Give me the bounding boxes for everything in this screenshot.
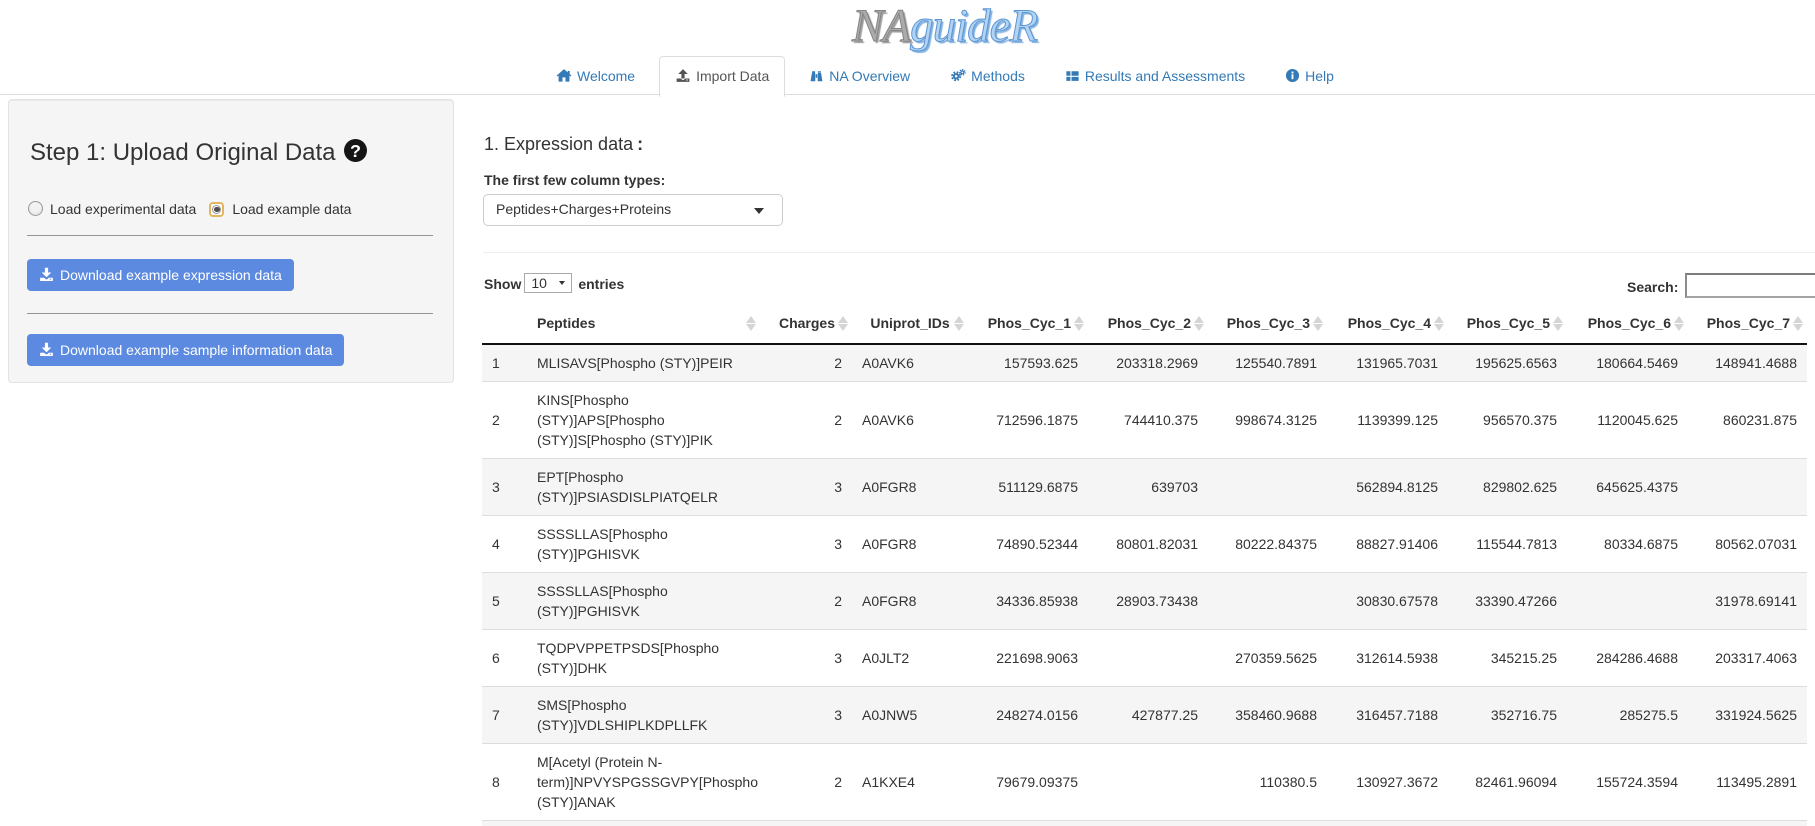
svg-text:?: ?: [350, 141, 361, 161]
